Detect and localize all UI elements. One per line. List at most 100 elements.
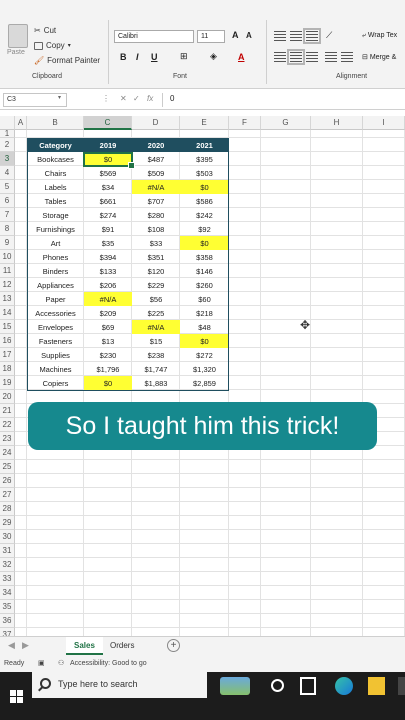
category-cell[interactable]: Fasteners <box>27 334 84 348</box>
value-cell-2020[interactable]: $238 <box>132 348 180 362</box>
value-cell-2021[interactable]: $260 <box>180 278 229 292</box>
paste-button-label[interactable]: Paste <box>7 49 25 56</box>
orientation-icon[interactable]: ⟋ <box>326 30 332 41</box>
row-header-16[interactable]: 16 <box>0 334 15 348</box>
taskbar-search[interactable]: Type here to search <box>32 672 207 698</box>
value-cell-2019[interactable]: $209 <box>84 306 132 320</box>
category-cell[interactable]: Machines <box>27 362 84 376</box>
row-header-1[interactable]: 1 <box>0 130 15 138</box>
value-cell-2021[interactable]: $48 <box>180 320 229 334</box>
row-header-8[interactable]: 8 <box>0 222 15 236</box>
value-cell-2021[interactable]: $146 <box>180 264 229 278</box>
value-cell-2020[interactable]: $280 <box>132 208 180 222</box>
wrap-text-button[interactable]: ⤶ Wrap Tex <box>362 32 397 40</box>
column-header-e[interactable]: E <box>180 116 229 130</box>
fill-color-icon[interactable]: ◈ <box>210 51 217 62</box>
cancel-icon[interactable]: ✕ <box>120 94 127 103</box>
grow-font-button[interactable]: A <box>232 30 239 40</box>
column-header-i[interactable]: I <box>363 116 405 130</box>
category-cell[interactable]: Appliances <box>27 278 84 292</box>
value-cell-2019[interactable]: $13 <box>84 334 132 348</box>
value-cell-2019[interactable]: $0 <box>84 152 132 166</box>
merge-button[interactable]: ⊟ Merge & <box>362 53 396 61</box>
row-header-29[interactable]: 29 <box>0 516 15 530</box>
cut-button[interactable]: ✂ Cut <box>34 26 56 35</box>
row-header-32[interactable]: 32 <box>0 558 15 572</box>
value-cell-2021[interactable]: $60 <box>180 292 229 306</box>
row-header-33[interactable]: 33 <box>0 572 15 586</box>
macro-record-icon[interactable]: ▣ <box>38 659 45 667</box>
row-header-14[interactable]: 14 <box>0 306 15 320</box>
select-all-corner[interactable] <box>0 116 15 130</box>
bold-button[interactable]: B <box>120 52 127 62</box>
task-view-icon[interactable] <box>300 677 316 695</box>
row-header-2[interactable]: 2 <box>0 138 15 152</box>
value-cell-2019[interactable]: $206 <box>84 278 132 292</box>
insert-function-icon[interactable]: fx <box>147 94 153 103</box>
value-cell-2021[interactable]: $0 <box>180 236 229 250</box>
add-sheet-button[interactable]: + <box>167 639 180 652</box>
font-size-select[interactable]: 11 <box>197 30 225 43</box>
value-cell-2021[interactable]: $1,320 <box>180 362 229 376</box>
category-cell[interactable]: Copiers <box>27 376 84 390</box>
top-align-icon[interactable] <box>274 31 286 41</box>
value-cell-2021[interactable]: $358 <box>180 250 229 264</box>
row-header-27[interactable]: 27 <box>0 488 15 502</box>
category-cell[interactable]: Storage <box>27 208 84 222</box>
column-header-h[interactable]: H <box>311 116 363 130</box>
value-cell-2020[interactable]: $229 <box>132 278 180 292</box>
row-header-36[interactable]: 36 <box>0 614 15 628</box>
column-header-c[interactable]: C <box>84 116 132 130</box>
value-cell-2019[interactable]: #N/A <box>84 292 132 306</box>
value-cell-2019[interactable]: $35 <box>84 236 132 250</box>
borders-icon[interactable]: ⊞ <box>180 51 188 62</box>
value-cell-2020[interactable]: $1,883 <box>132 376 180 390</box>
column-header-2019[interactable]: 2019 <box>84 138 132 152</box>
value-cell-2020[interactable]: $1,747 <box>132 362 180 376</box>
chevron-down-icon[interactable]: ▾ <box>58 94 61 101</box>
column-header-category[interactable]: Category <box>27 138 84 152</box>
value-cell-2021[interactable]: $92 <box>180 222 229 236</box>
row-header-37[interactable]: 37 <box>0 628 15 636</box>
category-cell[interactable]: Paper <box>27 292 84 306</box>
row-header-26[interactable]: 26 <box>0 474 15 488</box>
value-cell-2021[interactable]: $218 <box>180 306 229 320</box>
windows-start-icon[interactable] <box>10 690 23 703</box>
row-header-10[interactable]: 10 <box>0 250 15 264</box>
category-cell[interactable]: Binders <box>27 264 84 278</box>
taskbar-overflow-icon[interactable] <box>398 677 405 695</box>
value-cell-2019[interactable]: $1,796 <box>84 362 132 376</box>
sheet-tab-sales[interactable]: Sales <box>66 637 103 655</box>
value-cell-2020[interactable]: #N/A <box>132 320 180 334</box>
row-header-21[interactable]: 21 <box>0 404 15 418</box>
value-cell-2020[interactable]: $56 <box>132 292 180 306</box>
column-header-g[interactable]: G <box>261 116 311 130</box>
value-cell-2021[interactable]: $272 <box>180 348 229 362</box>
row-header-35[interactable]: 35 <box>0 600 15 614</box>
value-cell-2021[interactable]: $395 <box>180 152 229 166</box>
value-cell-2020[interactable]: #N/A <box>132 180 180 194</box>
value-cell-2019[interactable]: $34 <box>84 180 132 194</box>
value-cell-2021[interactable]: $242 <box>180 208 229 222</box>
value-cell-2020[interactable]: $487 <box>132 152 180 166</box>
value-cell-2019[interactable]: $0 <box>84 376 132 390</box>
row-header-20[interactable]: 20 <box>0 390 15 404</box>
shrink-font-button[interactable]: A <box>246 31 252 40</box>
column-header-2021[interactable]: 2021 <box>180 138 229 152</box>
value-cell-2020[interactable]: $509 <box>132 166 180 180</box>
row-header-24[interactable]: 24 <box>0 446 15 460</box>
value-cell-2020[interactable]: $33 <box>132 236 180 250</box>
column-header-a[interactable]: A <box>15 116 27 130</box>
middle-align-icon[interactable] <box>290 31 302 41</box>
font-color-button[interactable]: A <box>238 52 245 62</box>
value-cell-2019[interactable]: $394 <box>84 250 132 264</box>
value-cell-2020[interactable]: $707 <box>132 194 180 208</box>
underline-button[interactable]: U <box>151 52 158 62</box>
sheet-tab-orders[interactable]: Orders <box>102 637 142 655</box>
value-cell-2019[interactable]: $69 <box>84 320 132 334</box>
column-header-2020[interactable]: 2020 <box>132 138 180 152</box>
value-cell-2021[interactable]: $2,859 <box>180 376 229 390</box>
copy-button[interactable]: Copy ▾ <box>34 41 71 50</box>
category-cell[interactable]: Envelopes <box>27 320 84 334</box>
value-cell-2020[interactable]: $15 <box>132 334 180 348</box>
